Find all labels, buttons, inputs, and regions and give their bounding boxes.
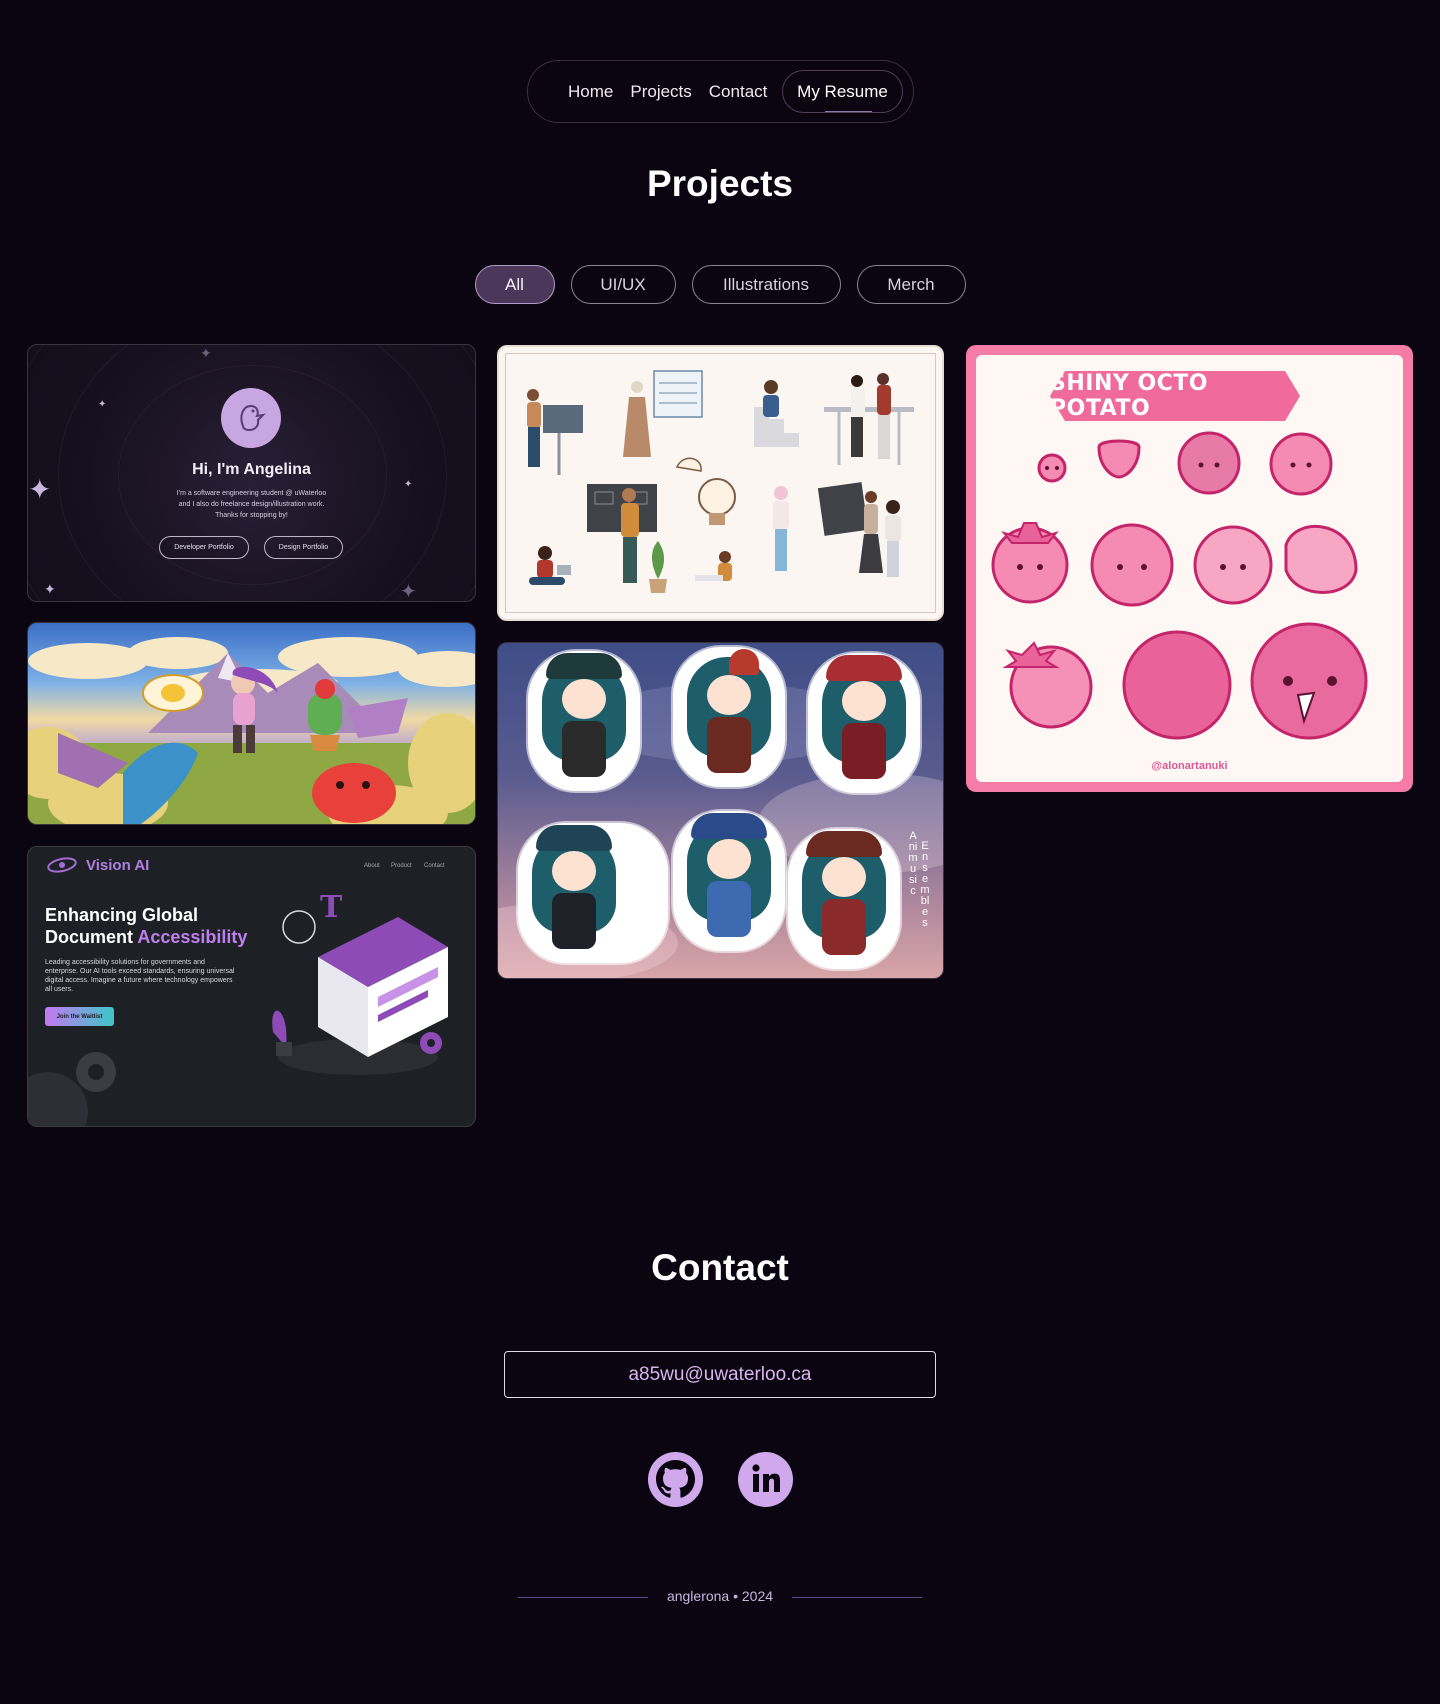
join-waitlist-button: Join the Waitlist bbox=[45, 1007, 114, 1026]
project-card-vision-ai[interactable]: Vision AI About Product Contact Enhancin… bbox=[27, 846, 476, 1127]
linkedin-link[interactable] bbox=[738, 1452, 793, 1507]
project-filters: All UI/UX Illustrations Merch bbox=[0, 265, 1440, 304]
character-sticker bbox=[673, 647, 785, 787]
project-card-character-stickers[interactable]: Animusic Ensembles bbox=[497, 642, 944, 979]
filter-all[interactable]: All bbox=[474, 265, 555, 304]
contact-heading: Contact bbox=[651, 1247, 789, 1288]
nav-link-contact[interactable]: Contact bbox=[709, 82, 768, 102]
vertical-title-right: Ensembles bbox=[920, 840, 930, 929]
character-sticker bbox=[788, 829, 900, 969]
character-sticker bbox=[528, 651, 640, 791]
fantasy-landscape-illustration bbox=[28, 637, 475, 824]
sparkle-icon: ✦ bbox=[400, 581, 417, 602]
fruit-stickers-illustration bbox=[991, 431, 1368, 740]
filter-illustrations[interactable]: Illustrations bbox=[691, 265, 841, 304]
nav-link-home[interactable]: Home bbox=[568, 82, 613, 102]
top-nav: Home Projects Contact My Resume bbox=[527, 60, 914, 123]
sticker-sheet: SHINY OCTO POTATO @alonartanuki bbox=[976, 355, 1403, 782]
hero-subtitle-line: Thanks for stopping by! bbox=[215, 512, 288, 519]
character-sticker bbox=[808, 653, 920, 793]
vision-ai-logo-icon bbox=[47, 857, 77, 873]
filter-merch[interactable]: Merch bbox=[856, 265, 966, 304]
vertical-title-left: Animusic bbox=[908, 830, 918, 897]
project-card-office-illustrations[interactable] bbox=[497, 345, 944, 621]
hero-subtitle-line: and I also do freelance design/illustrat… bbox=[178, 501, 325, 508]
project-card-landscape-illustration[interactable] bbox=[27, 622, 476, 825]
hero-title: Hi, I'm Angelina bbox=[192, 461, 311, 478]
sparkle-icon: ✦ bbox=[200, 345, 212, 361]
linkedin-icon bbox=[752, 1464, 780, 1492]
resume-button[interactable]: My Resume bbox=[782, 70, 903, 113]
project-card-portfolio[interactable]: ✦ ✦ ✦ ✦ ✦ ✦ Hi, I'm Angelina I'm a softw… bbox=[27, 344, 476, 602]
sparkle-icon: ✦ bbox=[98, 399, 107, 410]
vision-headline-line: Document bbox=[45, 927, 138, 947]
github-link[interactable] bbox=[648, 1452, 703, 1507]
vision-headline-accent: Accessibility bbox=[137, 927, 248, 947]
svg-text:T: T bbox=[320, 890, 343, 925]
vision-ai-logo-text: Vision AI bbox=[86, 857, 150, 874]
github-icon bbox=[656, 1460, 695, 1498]
filter-uiux[interactable]: UI/UX bbox=[570, 265, 676, 304]
vision-paragraph: Leading accessibility solutions for gove… bbox=[45, 959, 235, 993]
design-portfolio-button: Design Portfolio bbox=[264, 536, 343, 559]
vision-nav-product: Product bbox=[391, 863, 412, 869]
vision-nav-about: About bbox=[364, 863, 380, 869]
email-link[interactable]: a85wu@uwaterloo.ca bbox=[504, 1351, 936, 1398]
nav-link-projects[interactable]: Projects bbox=[630, 82, 691, 102]
office-people-illustration bbox=[527, 370, 914, 593]
character-sticker bbox=[673, 811, 785, 951]
sparkle-icon: ✦ bbox=[44, 581, 56, 597]
project-card-octo-potato-stickers[interactable]: SHINY OCTO POTATO @alonartanuki bbox=[966, 345, 1413, 792]
character-sticker bbox=[518, 823, 668, 963]
hero-subtitle: I'm a software engineering student @ uWa… bbox=[28, 488, 475, 521]
artist-handle: @alonartanuki bbox=[1151, 760, 1228, 772]
duck-avatar-icon bbox=[221, 388, 281, 448]
vision-nav-contact: Contact bbox=[424, 863, 445, 869]
vision-headline: Enhancing Global Document Accessibility bbox=[45, 904, 247, 948]
hero-subtitle-line: I'm a software engineering student @ uWa… bbox=[176, 490, 327, 497]
projects-heading: Projects bbox=[646, 163, 793, 204]
developer-portfolio-button: Developer Portfolio bbox=[159, 536, 249, 559]
footer-copyright: anglerona • 2024 bbox=[666, 1588, 774, 1604]
vision-headline-line: Enhancing Global bbox=[45, 905, 199, 925]
